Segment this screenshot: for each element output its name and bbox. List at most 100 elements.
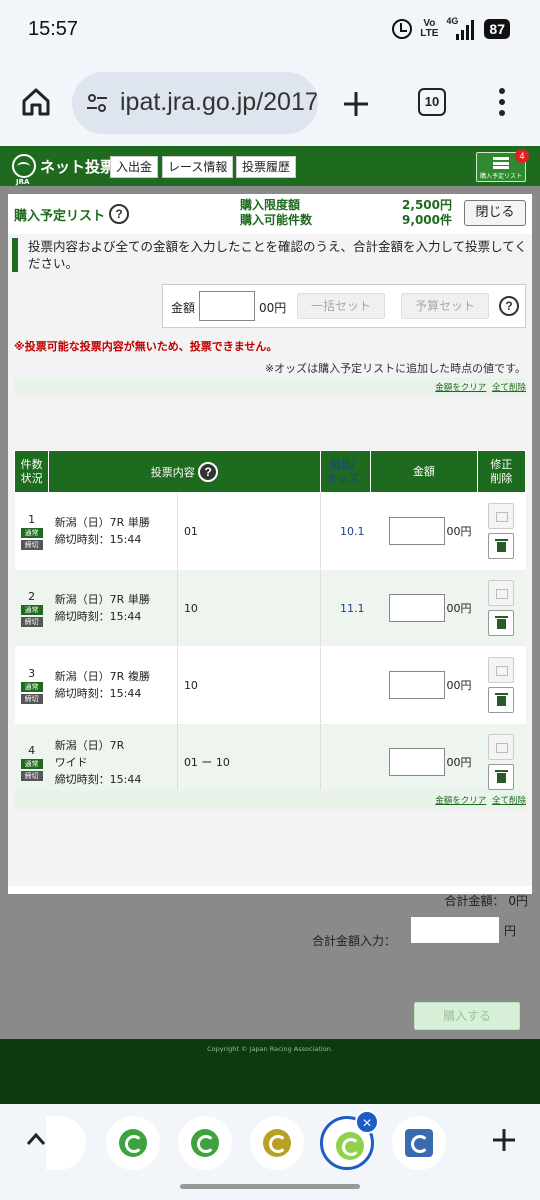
action-cell	[477, 492, 526, 570]
browser-toolbar: ipat.jra.go.jp/2017 10	[0, 62, 540, 146]
row-no: 1 通常 締切	[14, 492, 49, 570]
action-cell	[477, 569, 526, 647]
clear-amount-link[interactable]: 金額をクリア	[435, 796, 486, 806]
edit-icon[interactable]	[488, 503, 515, 529]
confirm-notice: 投票内容および全ての金額を入力したことを確認のうえ、合計金額を入力して投票してく…	[12, 238, 528, 272]
clear-amount-link[interactable]: 金額をクリア	[435, 383, 486, 393]
row-no: 4 通常 締切	[14, 723, 49, 801]
gesture-bar	[180, 1184, 360, 1189]
home-icon[interactable]	[20, 86, 52, 118]
trash-icon[interactable]	[488, 687, 515, 713]
col-amount: 金額	[370, 450, 478, 493]
close-button[interactable]: 閉じる	[464, 200, 526, 226]
col-content: 投票内容 ?	[48, 450, 321, 493]
amount-input[interactable]	[388, 671, 445, 699]
trash-icon[interactable]	[488, 764, 515, 790]
edit-icon[interactable]	[488, 580, 515, 606]
selection-cell: 10	[177, 646, 321, 724]
jra-header: ネット投票 JRA 入出金 レース情報 投票履歴 購入予定リスト 4	[0, 146, 540, 186]
help-icon[interactable]: ?	[499, 296, 519, 316]
col-edit: 修正 削除	[476, 450, 527, 493]
selection-cell: 10	[177, 569, 321, 647]
selection-cell: 01 ー 10	[177, 723, 321, 801]
bet-table: 件数 状況 投票内容 ? 組数/ オッズ 金額 修正 削除 1 通常 締切 新潟（日）…	[13, 450, 527, 801]
help-icon[interactable]: ?	[198, 461, 219, 482]
jra-icon	[336, 1132, 364, 1160]
action-cell	[477, 723, 526, 801]
status-closed-badge: 締切	[20, 770, 43, 781]
action-cell	[477, 646, 526, 724]
tab-thumb-partial[interactable]	[46, 1116, 86, 1170]
table-row: 4 通常 締切 新潟（日）7R ワイド 締切時刻：15:44 01 ー 10 00円	[14, 723, 526, 801]
odds-cell: 10.1	[320, 492, 371, 570]
bulk-amount-box: 金額 00円 一括セット 予算セット ?	[162, 284, 526, 328]
trash-icon[interactable]	[488, 610, 515, 636]
odds-cell	[320, 723, 371, 801]
amount-cell: 00円	[370, 646, 478, 724]
battery-icon: 87	[484, 19, 510, 39]
status-normal-badge: 通常	[20, 604, 43, 615]
total-input-label: 合計金額入力：	[312, 934, 397, 948]
jra-logo[interactable]: ネット投票 JRA	[12, 154, 115, 186]
jra-mark-icon	[12, 154, 36, 178]
col-no: 件数 状況	[13, 450, 50, 493]
col-odds: 組数/ オッズ	[319, 450, 372, 493]
race-cell: 新潟（日）7R 単勝 締切時刻：15:44	[48, 569, 178, 647]
table-row: 2 通常 締切 新潟（日）7R 単勝 締切時刻：15:44 10 11.1 00円	[14, 569, 526, 647]
buy-button[interactable]: 購入する	[414, 1002, 520, 1030]
total-amount-input[interactable]	[410, 916, 500, 944]
status-normal-badge: 通常	[20, 527, 43, 538]
race-cell: 新潟（日）7R 複勝 締切時刻：15:44	[48, 646, 178, 724]
amount-input[interactable]	[388, 517, 445, 545]
panel-title: 購入予定リスト ?	[14, 204, 130, 224]
status-closed-badge: 締切	[20, 693, 43, 704]
add-tab-icon[interactable]	[492, 1128, 516, 1152]
chevron-up-icon[interactable]	[26, 1130, 46, 1150]
edit-icon[interactable]	[488, 657, 515, 683]
amount-cell: 00円	[370, 492, 478, 570]
delete-all-link[interactable]: 全て削除	[492, 796, 526, 806]
more-menu-icon[interactable]	[498, 88, 506, 118]
tab-switcher-button[interactable]: 10	[418, 88, 446, 116]
close-tab-icon[interactable]: ×	[355, 1110, 379, 1134]
web-page: ネット投票 JRA 入出金 レース情報 投票履歴 購入予定リスト 4 購入予定リ…	[0, 146, 540, 1104]
odds-cell: 11.1	[320, 569, 371, 647]
footer: Copyright © Japan Racing Association.	[0, 1039, 540, 1104]
tab-thumb-other[interactable]	[392, 1116, 446, 1170]
status-closed-badge: 締切	[20, 539, 43, 550]
help-icon[interactable]: ?	[109, 204, 130, 224]
nav-deposit-button[interactable]: 入出金	[110, 156, 159, 178]
selection-cell: 01	[177, 492, 321, 570]
url-text: ipat.jra.go.jp/2017	[120, 88, 318, 116]
signal-icon: 4G	[446, 16, 476, 40]
amount-input[interactable]	[388, 748, 445, 776]
list-icon	[493, 157, 509, 169]
amount-cell: 00円	[370, 723, 478, 801]
budget-set-button[interactable]: 予算セット	[401, 293, 489, 319]
status-normal-badge: 通常	[20, 758, 43, 769]
tab-thumb-jra-3[interactable]	[250, 1116, 304, 1170]
table-row: 3 通常 締切 新潟（日）7R 複勝 締切時刻：15:44 10 00円	[14, 646, 526, 724]
trash-icon[interactable]	[488, 533, 515, 559]
race-cell: 新潟（日）7R 単勝 締切時刻：15:44	[48, 492, 178, 570]
address-bar[interactable]: ipat.jra.go.jp/2017	[72, 72, 318, 134]
alarm-icon	[392, 19, 413, 39]
edit-icon[interactable]	[488, 734, 515, 760]
table-actions-bottom: 金額をクリア 全て削除	[432, 794, 526, 806]
bulk-set-button[interactable]: 一括セット	[297, 293, 385, 319]
nav-history-button[interactable]: 投票履歴	[236, 156, 297, 178]
delete-all-link[interactable]: 全て削除	[492, 383, 526, 393]
amount-cell: 00円	[370, 569, 478, 647]
total-amount: 合計金額： 0円	[444, 894, 528, 908]
jra-icon	[119, 1129, 147, 1157]
amount-input[interactable]	[388, 594, 445, 622]
tab-thumb-jra-1[interactable]	[106, 1116, 160, 1170]
tab-thumb-jra-2[interactable]	[178, 1116, 232, 1170]
new-tab-icon[interactable]	[342, 90, 370, 118]
odds-note: ※オッズは購入予定リストに追加した時点の値です。	[264, 362, 526, 375]
status-closed-badge: 締切	[20, 616, 43, 627]
site-settings-icon[interactable]	[86, 92, 108, 114]
copyright: Copyright © Japan Racing Association.	[207, 1045, 333, 1053]
nav-race-info-button[interactable]: レース情報	[162, 156, 234, 178]
bulk-amount-input[interactable]	[199, 291, 255, 321]
